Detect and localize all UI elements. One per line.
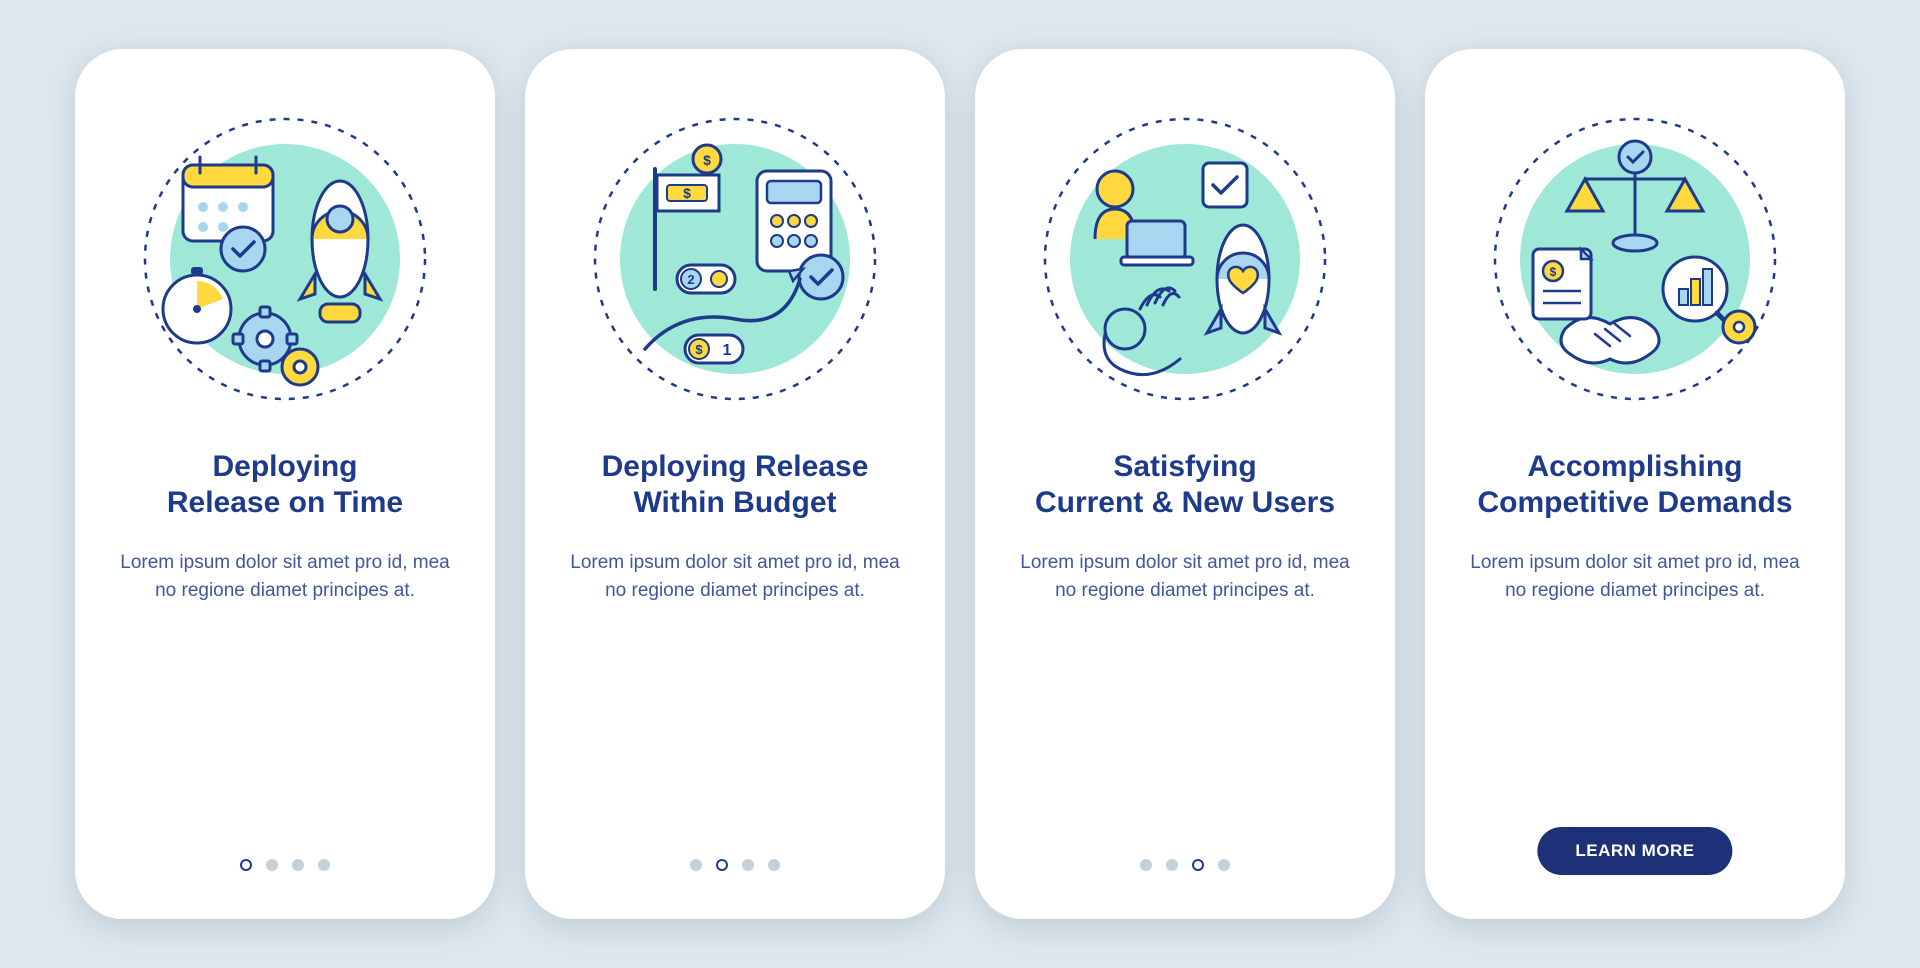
screen-title: Deploying Release Within Budget xyxy=(602,449,869,521)
learn-more-button[interactable]: LEARN MORE xyxy=(1537,827,1732,875)
dot-1[interactable] xyxy=(240,859,252,871)
onboarding-screen-4: $ Accomplishing Competitive Demands Lore… xyxy=(1425,49,1845,919)
dot-1[interactable] xyxy=(690,859,702,871)
illustration-users xyxy=(1035,109,1335,409)
svg-text:$: $ xyxy=(703,152,711,168)
onboarding-screen-2: $ $ 2 xyxy=(525,49,945,919)
svg-text:$: $ xyxy=(695,342,703,357)
dot-1[interactable] xyxy=(1140,859,1152,871)
dot-2[interactable] xyxy=(716,859,728,871)
document-dollar-icon: $ xyxy=(1533,249,1591,319)
check-icon xyxy=(221,227,265,271)
page-indicator xyxy=(975,859,1395,871)
dot-2[interactable] xyxy=(1166,859,1178,871)
screen-title: Deploying Release on Time xyxy=(167,449,403,521)
screen-title: Satisfying Current & New Users xyxy=(1035,449,1335,521)
dot-2[interactable] xyxy=(266,859,278,871)
page-indicator xyxy=(75,859,495,871)
illustration-time xyxy=(135,109,435,409)
svg-text:$: $ xyxy=(683,185,691,201)
dot-4[interactable] xyxy=(768,859,780,871)
checkbox-icon xyxy=(1203,163,1247,207)
screen-body: Lorem ipsum dolor sit amet pro id, mea n… xyxy=(1461,549,1809,604)
dot-3[interactable] xyxy=(292,859,304,871)
svg-text:2: 2 xyxy=(687,272,694,287)
illustration-budget: $ $ 2 xyxy=(585,109,885,409)
check-icon xyxy=(799,255,843,299)
onboarding-screen-1: Deploying Release on Time Lorem ipsum do… xyxy=(75,49,495,919)
dot-4[interactable] xyxy=(318,859,330,871)
illustration-competitive: $ xyxy=(1485,109,1785,409)
screen-body: Lorem ipsum dolor sit amet pro id, mea n… xyxy=(111,549,459,604)
screen-title: Accomplishing Competitive Demands xyxy=(1477,449,1792,521)
svg-text:$: $ xyxy=(1550,265,1557,279)
calendar-icon xyxy=(183,157,273,241)
svg-text:1: 1 xyxy=(723,342,732,359)
dot-3[interactable] xyxy=(1192,859,1204,871)
screen-body: Lorem ipsum dolor sit amet pro id, mea n… xyxy=(1011,549,1359,604)
dot-4[interactable] xyxy=(1218,859,1230,871)
screen-body: Lorem ipsum dolor sit amet pro id, mea n… xyxy=(561,549,909,604)
handshake-icon xyxy=(1561,318,1659,363)
dot-3[interactable] xyxy=(742,859,754,871)
onboarding-screen-3: Satisfying Current & New Users Lorem ips… xyxy=(975,49,1395,919)
page-indicator xyxy=(525,859,945,871)
